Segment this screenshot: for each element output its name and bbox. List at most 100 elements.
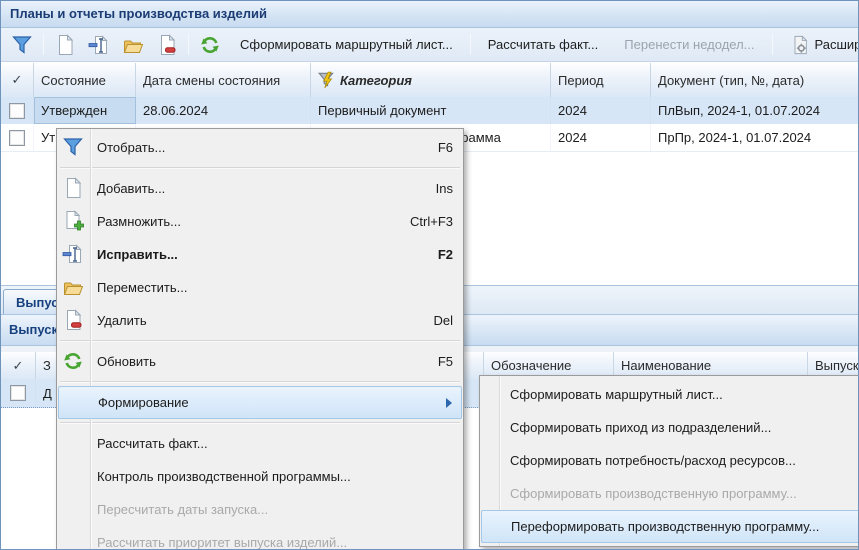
column-header-check[interactable]: ✓ [1, 63, 34, 97]
extended-button-label: Расширенный [815, 37, 858, 52]
delete-button[interactable] [152, 32, 182, 58]
refresh-button[interactable] [195, 32, 225, 58]
menu-item-shortcut: F5 [418, 354, 453, 369]
delete-doc-icon [62, 309, 84, 331]
menu-item-delete[interactable]: Удалить Del [57, 304, 463, 337]
edit-button[interactable] [84, 32, 114, 58]
app-window: Планы и отчеты производства изделий [0, 0, 859, 550]
row-checkbox-cell [1, 379, 36, 407]
refresh-icon [199, 34, 221, 56]
filter-icon [62, 136, 84, 158]
new-doc-icon [62, 177, 84, 199]
folder-open-icon [122, 34, 144, 56]
menu-item-calc-fact[interactable]: Рассчитать факт... [57, 427, 463, 460]
menu-item-shortcut: Ins [416, 181, 453, 196]
column-header-state[interactable]: Состояние [34, 63, 136, 97]
menu-item-refresh[interactable]: Обновить F5 [57, 345, 463, 378]
calc-fact-button[interactable]: Рассчитать факт... [477, 35, 610, 54]
period-cell[interactable]: 2024 [551, 97, 651, 124]
menu-item-label: Контроль производственной программы... [97, 469, 351, 484]
check-column-glyph: ✓ [13, 358, 24, 374]
submenu-item-route-sheet[interactable]: Сформировать маршрутный лист... [480, 378, 859, 411]
row-checkbox[interactable] [9, 103, 25, 119]
row-checkbox[interactable] [9, 130, 25, 146]
menu-item-program-control[interactable]: Контроль производственной программы... [57, 460, 463, 493]
menu-item-label: Размножить... [97, 214, 181, 229]
menu-item-label: Рассчитать приоритет выпуска изделий... [97, 535, 347, 550]
column-header-state-date[interactable]: Дата смены состояния [136, 63, 311, 97]
menu-item-shortcut: F2 [418, 247, 453, 262]
formation-submenu: Сформировать маршрутный лист... Сформиро… [479, 375, 859, 547]
refresh-icon [62, 350, 84, 372]
toolbar-separator [43, 34, 44, 55]
menu-item-filter[interactable]: Отобрать... F6 [57, 131, 463, 164]
generate-route-sheet-button[interactable]: Сформировать маршрутный лист... [229, 35, 464, 54]
category-cell[interactable]: Первичный документ [311, 97, 551, 124]
menu-item-recalc-launch-dates[interactable]: Пересчитать даты запуска... [57, 493, 463, 526]
state-cell[interactable]: Утвержден [34, 97, 136, 124]
menu-item-label: Сформировать приход из подразделений... [510, 420, 771, 435]
submenu-item-generate-program[interactable]: Сформировать производственную программу.… [480, 477, 859, 510]
check-column-glyph: ✓ [12, 72, 23, 88]
submenu-item-resources[interactable]: Сформировать потребность/расход ресурсов… [480, 444, 859, 477]
edit-doc-icon [62, 243, 84, 265]
state-date-cell[interactable]: 28.06.2024 [136, 97, 311, 124]
row-checkbox-cell [1, 124, 34, 151]
move-button[interactable] [118, 32, 148, 58]
window-titlebar: Планы и отчеты производства изделий [1, 1, 858, 28]
new-doc-icon [54, 34, 76, 56]
menu-item-label: Удалить [97, 313, 147, 328]
gear-doc-icon [790, 35, 810, 55]
menu-item-label: Исправить... [97, 247, 178, 262]
row-checkbox[interactable] [10, 385, 26, 401]
menu-item-add[interactable]: Добавить... Ins [57, 172, 463, 205]
document-cell[interactable]: ПлВып, 2024-1, 01.07.2024 [651, 97, 858, 124]
menu-separator [57, 337, 463, 345]
menu-item-shortcut: Del [413, 313, 453, 328]
toolbar-separator [470, 34, 471, 55]
menu-item-label: Обновить [97, 354, 156, 369]
column-header-period[interactable]: Период [551, 63, 651, 97]
menu-item-duplicate[interactable]: Размножить... Ctrl+F3 [57, 205, 463, 238]
column-header-category[interactable]: Категория [311, 63, 551, 97]
menu-item-move[interactable]: Переместить... [57, 271, 463, 304]
toolbar-separator [188, 34, 189, 55]
filter-lightning-icon [318, 71, 336, 89]
menu-item-formation[interactable]: Формирование [58, 386, 462, 419]
table-row[interactable]: Утвержден 28.06.2024 Первичный документ … [1, 97, 858, 125]
document-cell[interactable]: ПрПр, 2024-1, 01.07.2024 [651, 124, 858, 151]
edit-doc-icon [88, 34, 110, 56]
submenu-item-incoming[interactable]: Сформировать приход из подразделений... [480, 411, 859, 444]
carry-over-backlog-button[interactable]: Перенести недодел... [613, 35, 765, 54]
menu-separator [57, 164, 463, 172]
menu-item-label: Рассчитать факт... [97, 436, 208, 451]
duplicate-doc-icon [62, 210, 84, 232]
menu-separator [57, 419, 463, 427]
menu-item-label: Добавить... [97, 181, 165, 196]
toolbar: Сформировать маршрутный лист... Рассчита… [1, 28, 858, 62]
menu-item-edit[interactable]: Исправить... F2 [57, 238, 463, 271]
column-header-document[interactable]: Документ (тип, №, дата) [651, 63, 858, 97]
menu-item-shortcut: F6 [418, 140, 453, 155]
menu-item-label: Сформировать маршрутный лист... [510, 387, 723, 402]
period-cell[interactable]: 2024 [551, 124, 651, 151]
add-button[interactable] [50, 32, 80, 58]
submenu-item-regenerate-program[interactable]: Переформировать производственную програм… [481, 510, 859, 543]
menu-item-label: Пересчитать даты запуска... [97, 502, 268, 517]
menu-item-label: Отобрать... [97, 140, 165, 155]
extended-button[interactable]: Расширенный [779, 33, 858, 57]
menu-item-calc-priority[interactable]: Рассчитать приоритет выпуска изделий... [57, 526, 463, 550]
filter-button[interactable] [7, 32, 37, 58]
menu-separator [57, 378, 463, 386]
column-header-check[interactable]: ✓ [1, 352, 36, 379]
submenu-arrow-icon [446, 398, 452, 408]
category-header-label: Категория [340, 73, 412, 88]
context-menu: Отобрать... F6 Добавить... Ins Размножит… [56, 128, 464, 550]
delete-doc-icon [156, 34, 178, 56]
menu-item-label: Переформировать производственную програм… [511, 519, 819, 534]
row-checkbox-cell [1, 97, 34, 124]
toolbar-separator [772, 34, 773, 55]
menu-item-shortcut: Ctrl+F3 [390, 214, 453, 229]
menu-item-label: Переместить... [97, 280, 187, 295]
filter-icon [11, 34, 33, 56]
